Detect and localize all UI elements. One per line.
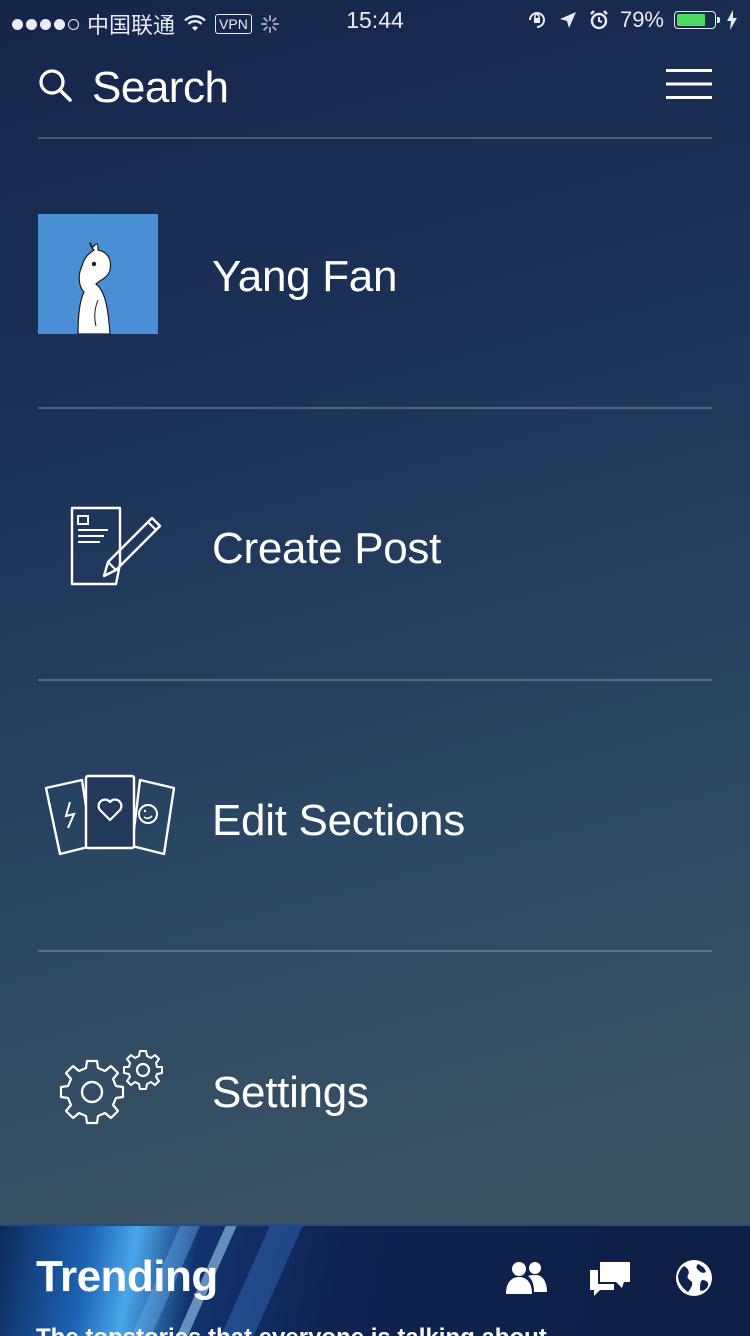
menu-item-profile[interactable]: Yang Fan <box>38 214 712 344</box>
menu-item-settings[interactable]: Settings <box>38 1026 712 1156</box>
trending-bar[interactable]: Trending The topstories that everyone is… <box>0 1224 750 1336</box>
cards-icon <box>44 774 176 856</box>
divider <box>38 679 712 681</box>
search-bar[interactable]: Search <box>38 62 712 113</box>
battery-percent: 79% <box>619 7 664 32</box>
settings-label[interactable]: Settings <box>212 1068 369 1118</box>
status-bar: 中国联通 VPN 15:44 79% <box>0 0 750 40</box>
people-icon[interactable] <box>504 1258 548 1298</box>
profile-name[interactable]: Yang Fan <box>212 252 397 302</box>
chat-icon[interactable] <box>588 1258 632 1298</box>
create-post-label[interactable]: Create Post <box>212 524 441 574</box>
hamburger-menu-icon[interactable] <box>666 68 712 100</box>
edit-sections-label[interactable]: Edit Sections <box>212 796 465 846</box>
moomin-avatar-icon <box>77 242 112 334</box>
battery-icon <box>674 11 720 29</box>
avatar[interactable] <box>38 214 158 334</box>
gears-icon <box>59 1050 163 1125</box>
search-icon[interactable] <box>38 68 72 102</box>
battery-fill <box>677 14 705 26</box>
divider <box>38 407 712 409</box>
trending-subtitle: The topstories that everyone is talking … <box>36 1324 547 1336</box>
globe-icon[interactable] <box>672 1258 716 1298</box>
charging-bolt-icon <box>727 10 737 30</box>
trending-title[interactable]: Trending <box>36 1252 218 1302</box>
search-label[interactable]: Search <box>92 63 229 113</box>
divider <box>38 950 712 952</box>
alarm-icon <box>590 10 608 30</box>
location-arrow-icon <box>559 12 576 28</box>
menu-item-create-post[interactable]: Create Post <box>38 482 712 612</box>
menu-item-edit-sections[interactable]: Edit Sections <box>38 754 712 884</box>
create-post-icon <box>70 506 162 586</box>
status-right: 79% <box>526 7 738 33</box>
orientation-lock-icon <box>528 12 545 28</box>
divider <box>38 137 712 139</box>
